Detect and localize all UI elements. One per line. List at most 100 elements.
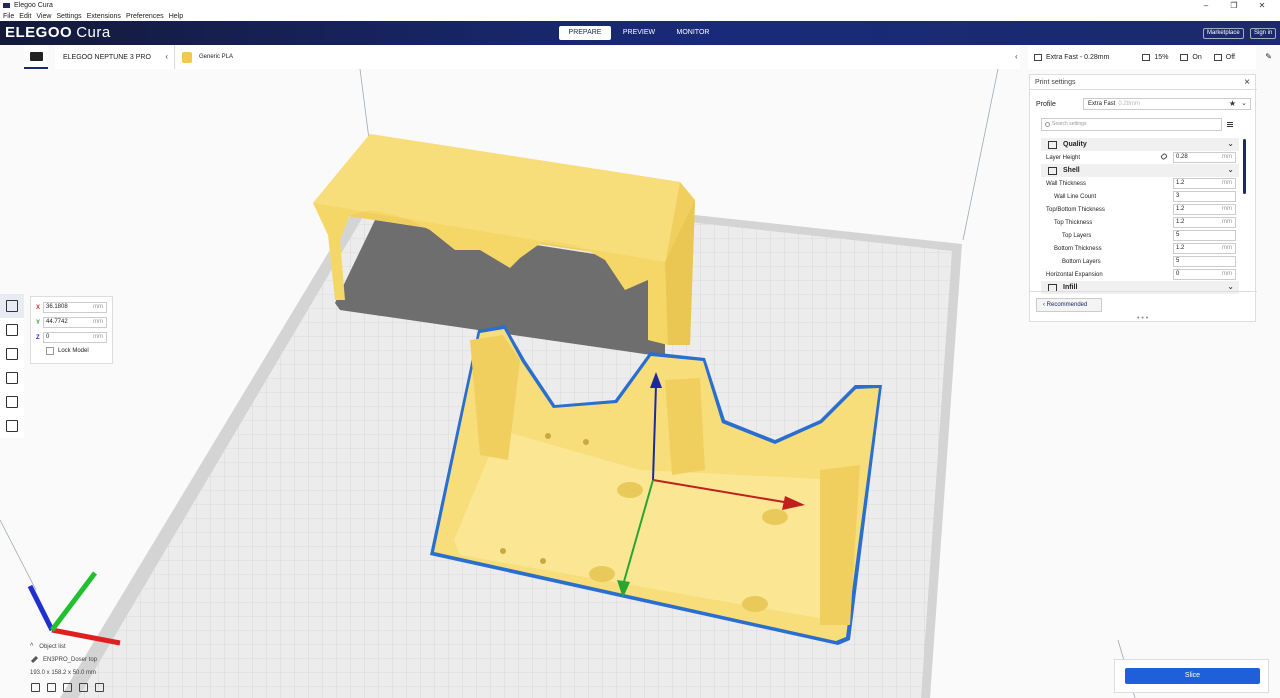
bottom-layers-input[interactable]: 5 [1173, 256, 1236, 267]
z-label: Z [36, 334, 40, 341]
close-icon[interactable]: × [1244, 77, 1250, 88]
chevron-up-icon: ^ [30, 643, 34, 650]
adhesion-value: Off [1225, 53, 1235, 61]
menu-help[interactable]: Help [169, 13, 183, 20]
mirror-icon [6, 372, 18, 384]
setting-top-layers: Top Layers 5 [1041, 229, 1239, 242]
marketplace-button[interactable]: Marketplace [1203, 28, 1244, 39]
menu-view[interactable]: View [36, 13, 51, 20]
top-view-icon[interactable] [63, 683, 72, 692]
title-bar: Elegoo Cura – ❐ ✕ [0, 0, 1280, 11]
x-input[interactable]: 36.1808 mm [43, 302, 107, 313]
3d-view-icon[interactable] [31, 683, 40, 692]
extruder-icon [182, 51, 192, 63]
bottom-layers-label: Bottom Layers [1062, 258, 1101, 265]
material-selector[interactable]: Generic PLA [176, 45, 1020, 69]
pencil-icon [30, 655, 39, 664]
lock-model-checkbox[interactable] [46, 347, 54, 355]
print-settings-title: Print settings [1035, 79, 1076, 86]
material-name: Generic PLA [199, 54, 234, 60]
y-unit: mm [93, 319, 103, 325]
left-view-icon[interactable] [79, 683, 88, 692]
logo-sub: Cura [76, 24, 111, 41]
top-layers-input[interactable]: 5 [1173, 230, 1236, 241]
maximize-button[interactable]: ❐ [1220, 0, 1248, 11]
adhesion-icon [1213, 53, 1222, 61]
z-value: 0 [46, 334, 50, 340]
category-quality[interactable]: Quality ⌄ [1041, 138, 1239, 151]
profile-value: Extra Fast [1088, 101, 1116, 107]
object-dimensions: 193.0 x 158.2 x 50.0 mm [30, 669, 97, 676]
profile-dropdown[interactable]: Extra Fast 0.28mm ★ ⌄ [1083, 98, 1251, 110]
setting-wall-line-count: Wall Line Count 3 [1041, 190, 1239, 203]
mirror-tool-button[interactable] [0, 366, 24, 390]
sign-in-button[interactable]: Sign in [1250, 28, 1277, 39]
right-view-icon[interactable] [95, 683, 104, 692]
settings-scrollbar[interactable] [1243, 139, 1246, 194]
tab-preview[interactable]: PREVIEW [613, 26, 665, 40]
pencil-icon: ✎ [1265, 52, 1272, 61]
menu-bar: File Edit View Settings Extensions Prefe… [0, 11, 1280, 21]
wall-line-count-value: 3 [1176, 193, 1180, 199]
lock-model-label: Lock Model [58, 348, 89, 354]
scale-tool-button[interactable] [0, 318, 24, 342]
category-shell-label: Shell [1063, 167, 1080, 174]
scale-icon [6, 324, 18, 336]
wall-thickness-input[interactable]: 1.2 mm [1173, 178, 1236, 189]
recommended-button[interactable]: ‹ Recommended [1036, 298, 1102, 312]
x-value: 36.1808 [46, 304, 68, 310]
logo: ELEGOO Cura [5, 24, 111, 41]
menu-settings[interactable]: Settings [56, 13, 81, 20]
front-view-icon[interactable] [47, 683, 56, 692]
y-value: 44.7742 [46, 319, 68, 325]
tab-monitor[interactable]: MONITOR [667, 26, 719, 40]
star-icon[interactable]: ★ [1229, 99, 1236, 109]
machine-name: ELEGOO NEPTUNE 3 PRO [63, 53, 151, 61]
close-window-button[interactable]: ✕ [1248, 0, 1276, 11]
cura-window: Elegoo Cura – ❐ ✕ File Edit View Setting… [0, 0, 1280, 698]
category-infill[interactable]: Infill ⌄ [1041, 281, 1239, 294]
menu-file[interactable]: File [3, 13, 14, 20]
action-panel: Slice [1114, 659, 1269, 693]
lock-model-row[interactable]: Lock Model [46, 347, 107, 355]
category-shell[interactable]: Shell ⌄ [1041, 164, 1239, 177]
top-bottom-thickness-input[interactable]: 1.2 mm [1173, 204, 1236, 215]
setting-wall-thickness: Wall Thickness 1.2 mm [1041, 177, 1239, 190]
z-input[interactable]: 0 mm [43, 332, 107, 343]
setting-horizontal-expansion: Horizontal Expansion 0 mm [1041, 268, 1239, 281]
folder-icon [29, 51, 43, 61]
support-blocker-button[interactable] [0, 414, 24, 438]
minimize-button[interactable]: – [1192, 0, 1220, 11]
layer-height-input[interactable]: 0.28 mm [1173, 152, 1236, 163]
bottom-thickness-input[interactable]: 1.2 mm [1173, 243, 1236, 254]
settings-visibility-menu-icon[interactable] [1227, 122, 1233, 127]
horizontal-expansion-input[interactable]: 0 mm [1173, 269, 1236, 280]
open-file-button[interactable] [24, 45, 48, 69]
menu-edit[interactable]: Edit [19, 13, 31, 20]
menu-preferences[interactable]: Preferences [126, 13, 164, 20]
y-label: Y [36, 319, 41, 326]
top-thickness-input[interactable]: 1.2 mm [1173, 217, 1236, 228]
support-icon [1180, 53, 1189, 61]
wall-thickness-unit: mm [1222, 180, 1232, 186]
link-icon [1160, 152, 1168, 161]
wall-line-count-input[interactable]: 3 [1173, 191, 1236, 202]
slice-button[interactable]: Slice [1125, 668, 1260, 684]
move-tool-button[interactable] [0, 294, 24, 318]
chevron-left-icon[interactable]: ‹ [1015, 52, 1018, 61]
print-setup-selector[interactable]: Extra Fast - 0.28mm 15% On Off ✎ [1028, 45, 1272, 69]
object-name-row[interactable]: EN3PRO_Doser top [30, 653, 150, 666]
infill-value: 15% [1154, 53, 1169, 61]
y-input[interactable]: 44.7742 mm [43, 317, 107, 328]
tab-prepare[interactable]: PREPARE [559, 26, 611, 40]
rotate-tool-button[interactable] [0, 342, 24, 366]
object-list-toggle[interactable]: ^ Object list [30, 640, 150, 653]
search-settings-input[interactable]: Search settings [1041, 118, 1222, 131]
divider [1030, 291, 1257, 292]
per-model-settings-button[interactable] [0, 390, 24, 414]
menu-extensions[interactable]: Extensions [87, 13, 121, 20]
top-thickness-label: Top Thickness [1054, 219, 1093, 226]
machine-selector[interactable]: ELEGOO NEPTUNE 3 PRO ‹ [55, 45, 175, 69]
resize-handle-icon[interactable]: • • • [1137, 315, 1148, 322]
wall-line-count-label: Wall Line Count [1054, 193, 1097, 200]
